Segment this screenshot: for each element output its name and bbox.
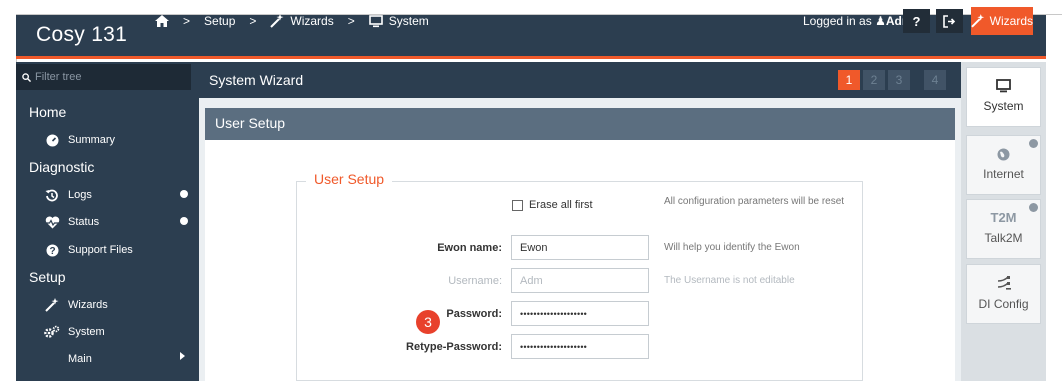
gears-icon	[44, 324, 60, 340]
home-icon	[155, 15, 169, 27]
chevron-right-icon: >	[183, 14, 191, 28]
sidebar-item-system[interactable]: System	[44, 324, 105, 340]
monitor-icon	[368, 15, 383, 28]
heartbeat-icon	[44, 214, 60, 230]
breadcrumb-wizards[interactable]: Wizards	[270, 14, 334, 28]
sidebar-item-status[interactable]: Status	[44, 214, 99, 230]
wizard-step-2[interactable]: 2	[863, 70, 885, 90]
wizard-step-1[interactable]: 1	[838, 70, 860, 90]
search-icon	[22, 72, 31, 82]
sidebar-item-main[interactable]: Main	[68, 353, 92, 365]
sidebar-item-summary[interactable]: Summary	[44, 132, 115, 148]
sidebar-item-logs[interactable]: Logs	[44, 187, 92, 203]
page-title: System Wizard	[209, 72, 304, 88]
wizards-button[interactable]: Wizards	[971, 7, 1033, 35]
retype-password-input[interactable]: ••••••••••••••••••••	[511, 334, 649, 359]
fieldset-legend: User Setup	[306, 171, 393, 187]
panel-title: User Setup	[205, 108, 955, 140]
wizard-step-4[interactable]: 4	[924, 70, 946, 90]
tab-internet[interactable]: Internet	[966, 135, 1041, 195]
username-hint: The Username is not editable	[664, 275, 795, 286]
sidebar-section-setup[interactable]: Setup	[29, 269, 66, 285]
chevron-right-icon: >	[249, 14, 257, 28]
magic-wand-icon	[971, 14, 985, 28]
monitor-icon	[996, 79, 1011, 93]
dashboard-icon	[44, 132, 60, 148]
talk2m-logo: T2M	[990, 210, 1017, 225]
logout-button[interactable]	[936, 9, 963, 33]
magic-wand-icon	[270, 14, 284, 28]
username-input	[511, 268, 649, 293]
history-icon	[44, 187, 60, 203]
tab-di-config[interactable]: DI Config	[966, 264, 1041, 324]
wizard-step-3[interactable]: 3	[888, 70, 910, 90]
erase-all-checkbox[interactable]: Erase all first	[512, 199, 593, 211]
caret-right-icon[interactable]	[180, 352, 185, 360]
tab-talk2m[interactable]: T2M Talk2M	[966, 199, 1041, 259]
magic-wand-icon	[44, 297, 60, 313]
sidebar-item-wizards[interactable]: Wizards	[44, 297, 108, 313]
breadcrumb: > Setup > Wizards > System	[155, 14, 429, 28]
sidebar-section-diagnostic[interactable]: Diagnostic	[29, 159, 94, 175]
logged-in-status: Logged in as ♟Adm	[803, 14, 913, 28]
ewon-name-input[interactable]	[511, 235, 649, 260]
tab-system[interactable]: System	[966, 67, 1041, 127]
breadcrumb-home[interactable]	[155, 15, 169, 27]
user-icon: ♟	[875, 14, 886, 28]
question-circle-icon: ?	[44, 242, 60, 258]
ewon-name-label: Ewon name:	[437, 242, 502, 254]
erase-all-label: Erase all first	[529, 199, 593, 211]
erase-hint: All configuration parameters will be res…	[664, 196, 845, 207]
password-label: Password:	[446, 308, 502, 320]
check-icon	[1029, 139, 1038, 148]
globe-icon	[997, 148, 1010, 161]
sidebar-section-home[interactable]: Home	[29, 104, 66, 120]
svg-text:?: ?	[49, 246, 55, 257]
checkbox-box[interactable]	[512, 199, 523, 211]
password-input[interactable]: ••••••••••••••••••••	[511, 301, 649, 326]
expand-icon[interactable]	[180, 217, 188, 225]
username-label: Username:	[448, 275, 502, 287]
retype-password-label: Retype-Password:	[406, 341, 502, 353]
ewon-name-hint: Will help you identify the Ewon	[664, 242, 800, 253]
brand-logo[interactable]: Cosy 131	[36, 23, 127, 47]
help-button[interactable]: ?	[903, 9, 930, 33]
toggle-switches-icon	[997, 276, 1011, 290]
expand-icon[interactable]	[180, 190, 188, 198]
breadcrumb-setup[interactable]: Setup	[204, 14, 235, 28]
filter-tree-input[interactable]: Filter tree	[16, 64, 191, 90]
question-icon: ?	[912, 13, 921, 29]
sign-out-icon	[943, 14, 956, 28]
annotation-badge: 3	[416, 310, 440, 334]
sidebar-item-support-files[interactable]: ? Support Files	[44, 242, 133, 258]
check-icon	[1029, 203, 1038, 212]
chevron-right-icon: >	[347, 14, 355, 28]
breadcrumb-system[interactable]: System	[368, 14, 429, 28]
